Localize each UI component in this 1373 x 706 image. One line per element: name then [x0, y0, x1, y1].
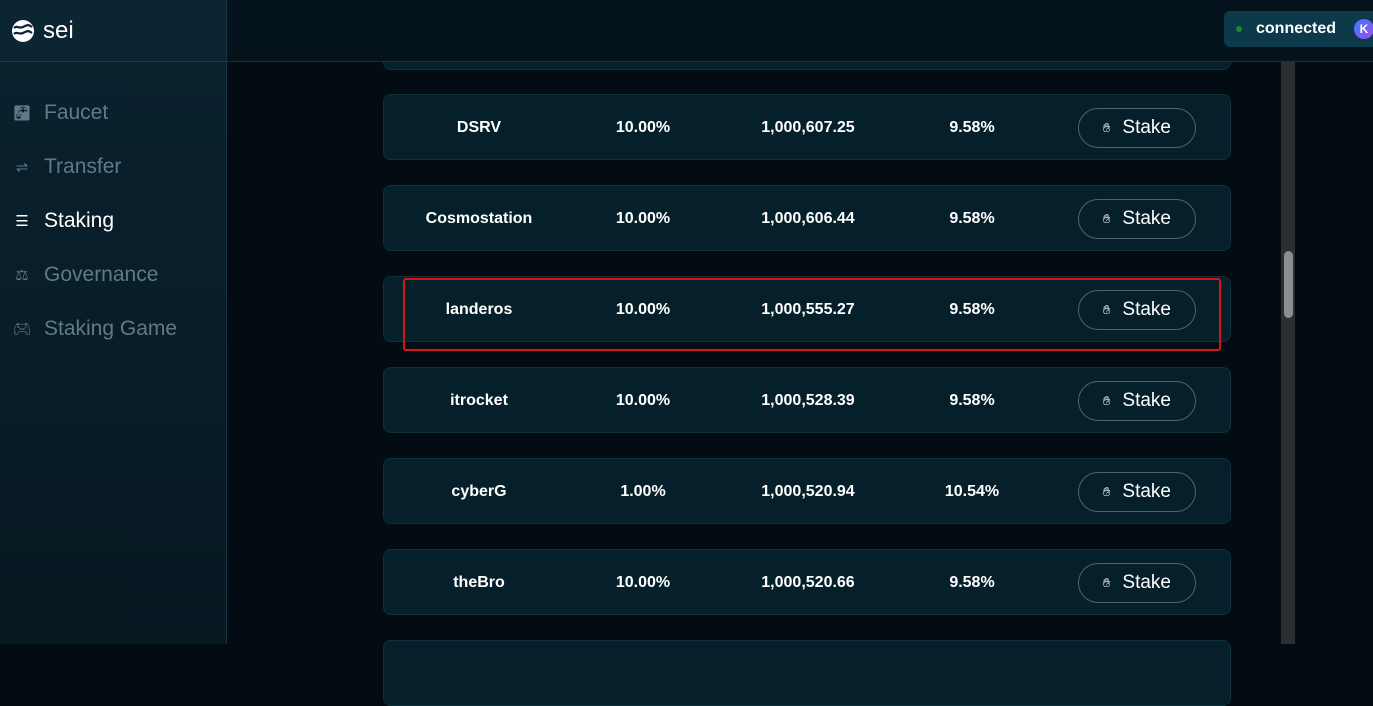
apr: 9.58% — [949, 119, 995, 136]
apr: 9.58% — [949, 574, 995, 591]
validator-row: itrocket 10.00% 1,000,528.39 9.58% ✋︎ Stake — [383, 367, 1231, 433]
stake-label: Stake — [1122, 481, 1171, 502]
faucet-icon: 🚰︎ — [12, 105, 32, 122]
validator-name: Cosmostation — [425, 210, 533, 227]
commission: 10.00% — [615, 119, 671, 136]
voting-power: 1,000,520.94 — [761, 483, 855, 500]
stake-button[interactable]: ✋︎ Stake — [1078, 199, 1196, 239]
voting-power: 1,000,528.39 — [761, 392, 855, 409]
sidebar: sei 🚰︎ Faucet ⇌ Transfer ☰ Staking ⚖ Governa… — [0, 0, 227, 644]
commission: 1.00% — [620, 483, 666, 500]
validator-row: DSRV 10.00% 1,000,607.25 9.58% ✋︎ Stake — [383, 94, 1231, 160]
commission: 10.00% — [615, 392, 671, 409]
apr: 9.58% — [949, 392, 995, 409]
validator-name: theBro — [453, 574, 505, 591]
validator-row: theBro 10.00% 1,000,520.66 9.58% ✋︎ Stake — [383, 549, 1231, 615]
commission: 10.00% — [615, 210, 671, 227]
highlight-box — [403, 278, 1221, 351]
hand-coins-icon: ✋︎ — [1102, 211, 1111, 226]
sei-logo-icon — [12, 19, 34, 42]
commission: 10.00% — [615, 574, 671, 591]
validator-row: cyberG 1.00% 1,000,520.94 10.54% ✋︎ Stake — [383, 458, 1231, 524]
sidebar-item-governance[interactable]: ⚖ Governance — [0, 260, 227, 290]
gamepad-icon: 🎮︎ — [12, 321, 32, 338]
scrollbar-thumb[interactable] — [1284, 251, 1293, 318]
validator-row: Cosmostation 10.00% 1,000,606.44 9.58% ✋︎ Sta… — [383, 185, 1231, 251]
apr: 9.58% — [949, 210, 995, 227]
apr: 10.54% — [944, 483, 1000, 500]
top-bar-cover — [227, 0, 1373, 62]
sidebar-item-staking[interactable]: ☰ Staking — [0, 206, 227, 236]
database-icon: ☰ — [15, 213, 29, 230]
voting-power: 1,000,606.44 — [761, 210, 855, 227]
sidebar-item-staking-game[interactable]: 🎮︎ Staking Game — [0, 314, 227, 344]
stake-label: Stake — [1122, 572, 1171, 593]
stake-label: Stake — [1122, 208, 1171, 229]
stake-label: Stake — [1122, 117, 1171, 138]
hand-coins-icon: ✋︎ — [1102, 575, 1111, 590]
connection-status: connected — [1256, 20, 1337, 37]
stake-button[interactable]: ✋︎ Stake — [1078, 381, 1196, 421]
transfer-icon: ⇌ — [15, 159, 29, 176]
voting-power: 1,000,520.66 — [761, 574, 855, 591]
hand-coins-icon: ✋︎ — [1102, 393, 1111, 408]
hand-coins-icon: ✋︎ — [1102, 484, 1111, 499]
scale-icon: ⚖ — [15, 267, 29, 284]
logo[interactable]: sei — [0, 0, 226, 62]
wallet-connection-button[interactable]: connected K — [1224, 11, 1373, 47]
status-dot — [1236, 26, 1242, 32]
validator-name: DSRV — [456, 119, 502, 136]
validator-name: itrocket — [450, 392, 508, 409]
sidebar-item-transfer[interactable]: ⇌ Transfer — [0, 152, 227, 182]
validator-name: cyberG — [451, 483, 507, 500]
hand-coins-icon: ✋︎ — [1102, 120, 1111, 135]
stake-button[interactable]: ✋︎ Stake — [1078, 563, 1196, 603]
stake-label: Stake — [1122, 390, 1171, 411]
sidebar-item-faucet[interactable]: 🚰︎ Faucet — [0, 98, 227, 128]
stake-button[interactable]: ✋︎ Stake — [1078, 472, 1196, 512]
validator-row-partial — [383, 640, 1231, 706]
stake-button[interactable]: ✋︎ Stake — [1078, 108, 1196, 148]
avatar: K — [1354, 19, 1373, 39]
voting-power: 1,000,607.25 — [761, 119, 855, 136]
scrollbar-track[interactable] — [1281, 62, 1295, 644]
brand-name: sei — [43, 16, 74, 44]
